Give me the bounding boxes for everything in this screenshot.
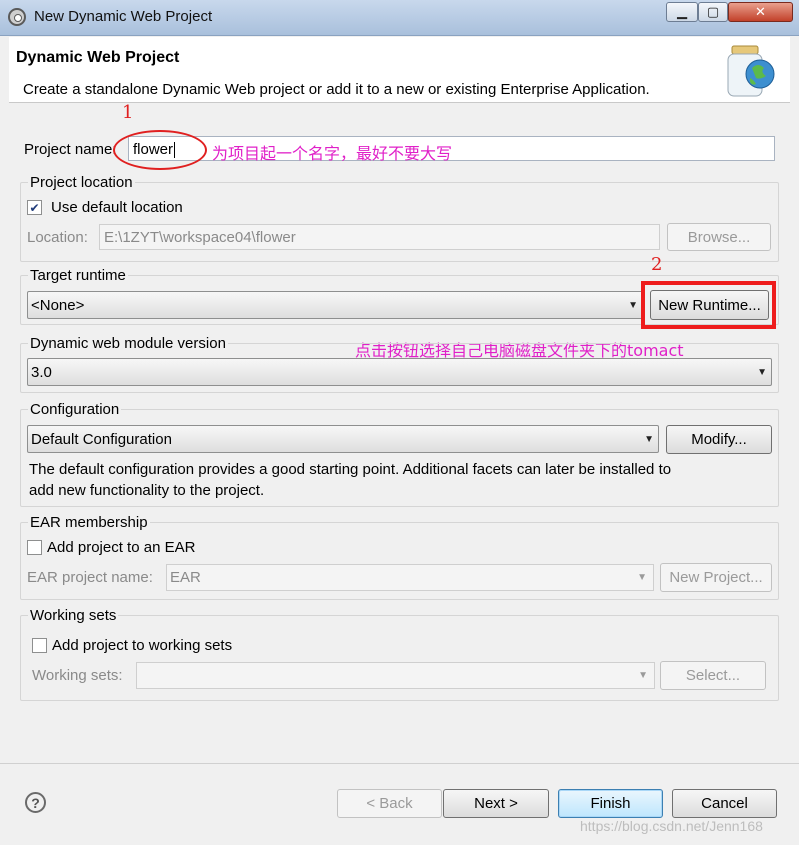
title-bar[interactable]: New Dynamic Web Project ▁ ▢ ✕ <box>0 0 799 36</box>
next-label: Next > <box>474 795 518 812</box>
target-runtime-label: Target runtime <box>28 267 128 284</box>
module-version-label: Dynamic web module version <box>28 335 228 352</box>
close-button[interactable]: ✕ <box>728 2 793 22</box>
add-to-working-sets-checkbox[interactable] <box>32 638 47 653</box>
module-version-value: 3.0 <box>31 363 52 381</box>
add-to-ear-label: Add project to an EAR <box>47 539 196 556</box>
ear-project-name-select[interactable]: EAR ▼ <box>166 564 654 591</box>
ear-project-name-value: EAR <box>170 569 201 586</box>
ear-project-name-label: EAR project name: <box>27 569 153 586</box>
minimize-button[interactable]: ▁ <box>666 2 698 22</box>
help-icon[interactable]: ? <box>25 792 46 813</box>
working-sets-select[interactable]: ▼ <box>136 662 655 689</box>
page-description: Create a standalone Dynamic Web project … <box>23 81 650 98</box>
maximize-icon: ▢ <box>706 4 720 19</box>
checkmark-icon: ✔ <box>29 200 40 215</box>
browse-button[interactable]: Browse... <box>667 223 771 251</box>
eclipse-app-icon <box>8 8 26 26</box>
new-project-label: New Project... <box>669 569 763 586</box>
annotation-highlight-box <box>641 281 776 329</box>
back-label: < Back <box>366 795 413 812</box>
project-name-label: Project name: <box>24 141 117 158</box>
project-location-group <box>20 182 779 262</box>
use-default-location-checkbox[interactable]: ✔ <box>27 200 42 215</box>
annotation-number-1: 1 <box>122 102 134 123</box>
working-sets-label: Working sets <box>28 607 119 624</box>
project-location-label: Project location <box>28 174 135 191</box>
window-title: New Dynamic Web Project <box>34 8 213 25</box>
minimize-icon: ▁ <box>677 4 687 19</box>
configuration-label: Configuration <box>28 401 122 418</box>
annotation-number-2: 2 <box>651 254 663 275</box>
dropdown-arrow-icon: ▼ <box>638 670 648 681</box>
browse-label: Browse... <box>687 228 751 246</box>
target-runtime-select[interactable]: <None> ▼ <box>27 291 643 319</box>
configuration-description-line2: add new functionality to the project. <box>29 482 265 499</box>
add-to-ear-checkbox[interactable] <box>27 540 42 555</box>
finish-button[interactable]: Finish <box>558 789 663 818</box>
add-to-working-sets-label: Add project to working sets <box>52 637 233 654</box>
next-button[interactable]: Next > <box>443 789 549 818</box>
new-project-button[interactable]: New Project... <box>660 563 772 592</box>
select-working-sets-button[interactable]: Select... <box>660 661 766 690</box>
dropdown-arrow-icon: ▼ <box>628 299 638 311</box>
annotation-note-name: 为项目起一个名字，最好不要大写 <box>212 144 453 163</box>
footer-divider <box>0 763 799 764</box>
use-default-location-label: Use default location <box>51 199 183 216</box>
module-version-select[interactable]: 3.0 ▼ <box>27 358 772 386</box>
page-title: Dynamic Web Project <box>16 49 180 66</box>
configuration-value: Default Configuration <box>31 430 172 448</box>
location-label: Location: <box>27 229 88 246</box>
finish-label: Finish <box>590 795 631 812</box>
ear-membership-label: EAR membership <box>28 514 150 531</box>
close-icon: ✕ <box>755 4 766 19</box>
location-value: E:\1ZYT\workspace04\flower <box>104 229 296 246</box>
modify-button[interactable]: Modify... <box>666 425 772 454</box>
modify-label: Modify... <box>691 431 747 448</box>
cancel-button[interactable]: Cancel <box>672 789 777 818</box>
maximize-button[interactable]: ▢ <box>698 2 728 22</box>
configuration-select[interactable]: Default Configuration ▼ <box>27 425 659 453</box>
dropdown-arrow-icon: ▼ <box>644 433 654 445</box>
target-runtime-value: <None> <box>31 296 85 314</box>
working-sets-field-label: Working sets: <box>32 667 123 684</box>
dropdown-arrow-icon: ▼ <box>637 572 647 583</box>
configuration-description-line1: The default configuration provides a goo… <box>29 461 672 478</box>
location-input[interactable]: E:\1ZYT\workspace04\flower <box>99 224 660 250</box>
watermark: https://blog.csdn.net/Jenn168 <box>580 818 763 834</box>
dropdown-arrow-icon: ▼ <box>757 366 767 378</box>
annotation-circle <box>113 130 207 170</box>
back-button[interactable]: < Back <box>337 789 442 818</box>
select-label: Select... <box>685 667 741 684</box>
help-glyph: ? <box>31 794 40 811</box>
cancel-label: Cancel <box>701 795 748 812</box>
web-project-jar-globe-icon <box>727 45 775 97</box>
